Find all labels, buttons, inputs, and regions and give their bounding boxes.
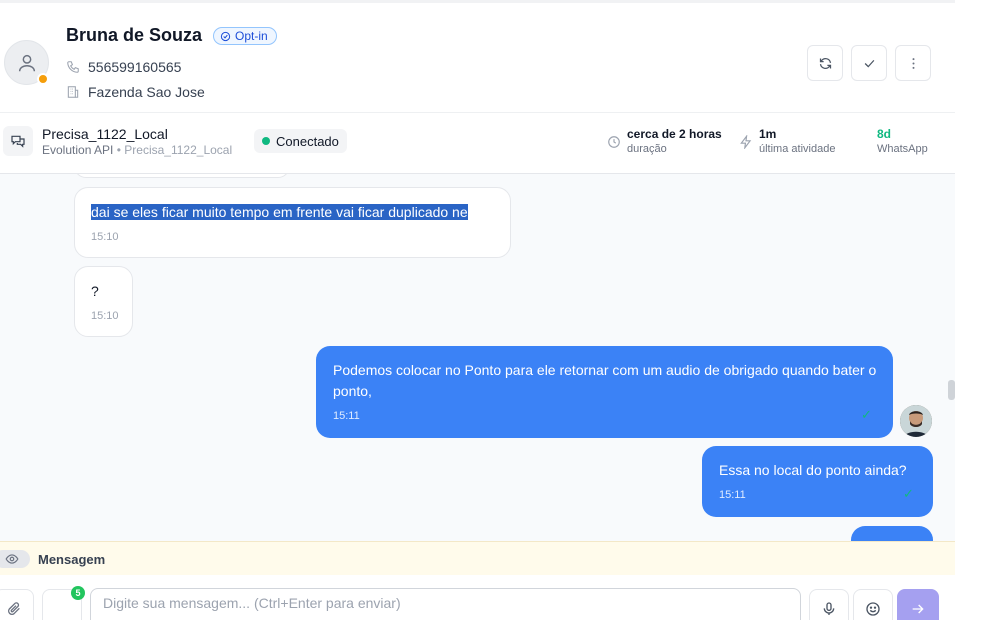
voice-record-button[interactable] (809, 589, 849, 620)
duration-value: cerca de 2 horas (627, 127, 722, 141)
channel-label: WhatsApp (877, 143, 928, 155)
activity-stat: 1m última atividade (759, 127, 835, 155)
message-time: 15:10 (91, 310, 119, 322)
message-bubble-outgoing[interactable]: Essa no local do ponto ainda? 15:11 ✓ (702, 446, 933, 517)
instance-icon-box (3, 126, 33, 156)
connection-status: Conectado (254, 129, 347, 153)
more-vertical-icon (912, 57, 914, 69)
chat-bubbles-icon (11, 135, 25, 148)
clock-icon (608, 136, 620, 148)
message-time: 15:10 (91, 231, 119, 243)
building-icon (67, 86, 79, 98)
check-icon (864, 59, 874, 68)
message-text: Essa no local do ponto ainda? (719, 462, 907, 478)
arrow-right-icon (912, 604, 924, 614)
connection-bar: Precisa_1122_Local Evolution API • Preci… (0, 112, 955, 174)
message-time: 15:11 (719, 489, 746, 501)
opt-in-badge: Opt-in (213, 27, 277, 45)
contact-company: Fazenda Sao Jose (88, 84, 205, 100)
message-text: ? (91, 283, 99, 299)
status-label: Conectado (276, 133, 339, 149)
agent-avatar (900, 405, 932, 437)
activity-label: última atividade (759, 143, 836, 155)
message-bubble-outgoing[interactable]: Podemos colocar no Ponto para ele retorn… (316, 346, 893, 438)
channel-value: 8d (877, 127, 892, 141)
lightning-icon (740, 135, 752, 149)
contact-name: Bruna de Souza (66, 25, 203, 45)
contact-phone-row: 556599160565 (66, 59, 181, 75)
eye-icon (5, 554, 19, 564)
resolve-button[interactable] (851, 45, 887, 81)
presence-indicator (37, 73, 49, 85)
message-input[interactable] (90, 588, 801, 620)
opt-in-label: Opt-in (235, 29, 268, 43)
activity-value: 1m (759, 127, 777, 141)
double-check-icon: ✓ (903, 486, 914, 501)
emoji-button[interactable] (853, 589, 893, 620)
message-bubble-partial (851, 526, 933, 541)
chat-app: Bruna de Souza Opt-in 556599160565 Fazen… (0, 0, 955, 620)
more-options-button[interactable] (895, 45, 931, 81)
message-list[interactable]: dai se eles ficar muito tempo em frente … (0, 174, 955, 541)
message-bubble-incoming[interactable]: dai se eles ficar muito tempo em frente … (74, 187, 511, 258)
status-dot (262, 137, 270, 145)
message-list-scrollbar[interactable] (948, 380, 955, 400)
page-scrollbar-track (955, 0, 985, 620)
user-icon (18, 54, 35, 71)
composer-mode-label: Mensagem (38, 552, 106, 567)
send-button[interactable] (897, 589, 939, 620)
channel-stat: 8d WhatsApp (877, 127, 928, 155)
visibility-toggle[interactable] (0, 550, 30, 568)
phone-icon (67, 61, 79, 73)
contact-header: Bruna de Souza Opt-in 556599160565 Fazen… (0, 0, 955, 112)
instance-name: Precisa_1122_Local (42, 126, 168, 142)
provider-name: Evolution API (42, 143, 114, 157)
duration-label: duração (627, 143, 667, 155)
message-time: 15:11 (333, 410, 360, 422)
refresh-icon (819, 57, 831, 69)
templates-count-badge: 5 (71, 586, 85, 600)
microphone-icon (823, 602, 835, 615)
refresh-button[interactable] (807, 45, 843, 81)
duration-stat: cerca de 2 horas duração (627, 127, 722, 155)
emoji-icon (866, 602, 880, 616)
instance-subtitle: Evolution API • Precisa_1122_Local (42, 143, 232, 157)
message-bubble-partial (74, 174, 290, 178)
contact-phone: 556599160565 (88, 59, 182, 75)
message-text: dai se eles ficar muito tempo em frente … (91, 204, 468, 220)
paperclip-icon (8, 602, 20, 615)
message-bubble-incoming[interactable]: ? 15:10 (74, 266, 133, 337)
contact-company-row: Fazenda Sao Jose (66, 84, 205, 100)
composer-mode-bar: Mensagem (0, 541, 955, 575)
message-text: Podemos colocar no Ponto para ele retorn… (333, 362, 877, 399)
message-composer: 5 (0, 575, 955, 620)
attach-button[interactable] (0, 589, 34, 620)
check-circle-icon (220, 31, 231, 41)
double-check-icon: ✓ (861, 407, 872, 422)
agent-photo-icon (900, 405, 932, 437)
instance-sub-name: Precisa_1122_Local (124, 143, 233, 157)
